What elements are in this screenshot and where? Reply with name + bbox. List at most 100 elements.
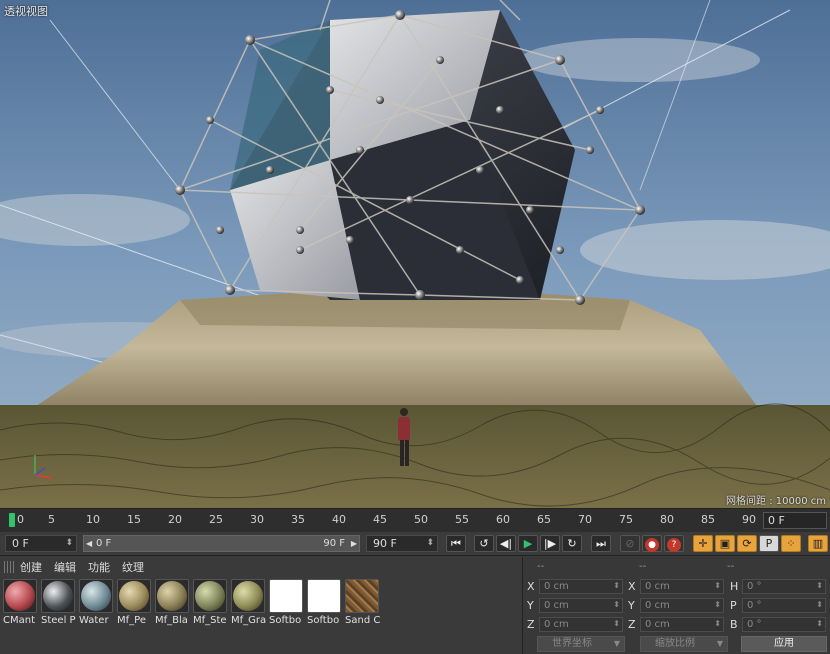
stepper-icon[interactable]: ⬍ [426, 536, 434, 551]
menu-create[interactable]: 创建 [20, 559, 42, 575]
rotation-p-field[interactable]: 0 ° ⬍ [742, 598, 826, 613]
move-key-button[interactable]: ✛ [693, 535, 713, 552]
auto-key-button[interactable]: ? [664, 535, 684, 552]
stepper-icon[interactable]: ⬍ [714, 579, 721, 592]
material-item[interactable]: Mf_Gra [231, 579, 267, 626]
rotation-b-label: B [730, 618, 738, 631]
range-right-arrow-icon[interactable]: ▶ [351, 536, 357, 551]
coordinate-system-value: 世界坐标 [552, 638, 592, 649]
record-icon: ● [645, 538, 659, 552]
stepper-icon[interactable]: ⬍ [613, 579, 620, 592]
menu-texture[interactable]: 纹理 [122, 559, 144, 575]
grid-spacing-label: 网格间距 : 10000 cm [726, 496, 826, 507]
record-lock-button[interactable]: ⊘ [620, 535, 640, 552]
timeline-tick: 60 [496, 513, 510, 526]
record-button[interactable]: ● [642, 535, 662, 552]
rotation-h-label: H [730, 580, 739, 593]
menu-function[interactable]: 功能 [88, 559, 110, 575]
previous-key-button[interactable]: ↺ [474, 535, 494, 552]
preview-range-slider[interactable]: ◀ 0 F 90 F ▶ [83, 535, 360, 552]
play-button[interactable]: ▶ [518, 535, 538, 552]
timeline-ruler[interactable]: 0 5 10 15 20 25 30 35 40 45 50 55 60 65 … [0, 508, 830, 532]
material-item[interactable]: Softbo [269, 579, 305, 626]
end-frame-field[interactable]: 90 F ⬍ [366, 535, 438, 552]
stepper-icon[interactable]: ⬍ [816, 598, 823, 611]
cinema4d-window: 透视视图 网格间距 : 10000 cm 0 5 10 15 20 25 30 … [0, 0, 830, 654]
step-forward-button[interactable]: |▶ [540, 535, 560, 552]
perspective-viewport[interactable]: 透视视图 网格间距 : 10000 cm [0, 0, 830, 508]
stepper-icon[interactable]: ⬍ [816, 579, 823, 592]
material-swatch [41, 579, 75, 613]
material-name: Mf_Gra [231, 615, 267, 626]
position-x-value: 0 cm [544, 581, 569, 592]
size-z-field[interactable]: 0 cm ⬍ [640, 617, 724, 632]
position-x-field[interactable]: 0 cm ⬍ [539, 579, 623, 594]
rotate-key-button[interactable]: ⟳ [737, 535, 757, 552]
stepper-icon[interactable]: ⬍ [816, 617, 823, 630]
coordinates-manager: -- -- -- X 0 cm ⬍ X 0 cm ⬍ H 0 ° ⬍ Y 0 cm ⬍ … [522, 557, 830, 654]
auto-key-icon: ? [667, 538, 681, 552]
size-x-value: 0 cm [645, 581, 670, 592]
apply-button[interactable]: 应用 [741, 636, 827, 652]
scale-key-button[interactable]: ▣ [715, 535, 735, 552]
rotation-b-value: 0 ° [747, 619, 762, 630]
material-name: Softbo [307, 615, 340, 626]
grip-icon[interactable] [4, 561, 14, 573]
range-end-value: 90 F [323, 538, 345, 549]
param-key-button[interactable]: P [759, 535, 779, 552]
timeline-tick: 65 [537, 513, 551, 526]
material-item[interactable]: Mf_Bla [155, 579, 191, 626]
rotation-h-field[interactable]: 0 ° ⬍ [742, 579, 826, 594]
menu-edit[interactable]: 编辑 [54, 559, 76, 575]
size-y-field[interactable]: 0 cm ⬍ [640, 598, 724, 613]
stepper-icon[interactable]: ⬍ [613, 617, 620, 630]
material-name: Water [79, 615, 109, 626]
step-back-button[interactable]: ◀| [496, 535, 516, 552]
stepper-icon[interactable]: ⬍ [613, 598, 620, 611]
chevron-down-icon: ▼ [716, 639, 723, 648]
material-item[interactable]: Water [79, 579, 115, 626]
point-level-button[interactable]: ⁘ [781, 535, 801, 552]
chevron-down-icon: ▼ [613, 639, 620, 648]
position-y-field[interactable]: 0 cm ⬍ [539, 598, 623, 613]
timeline-tick: 45 [373, 513, 387, 526]
go-to-start-button[interactable]: ⏮ [446, 535, 466, 552]
current-frame-field[interactable]: 0 F [763, 512, 827, 529]
timeline-tick: 15 [127, 513, 141, 526]
material-name: Mf_Bla [155, 615, 188, 626]
stepper-icon[interactable]: ⬍ [714, 617, 721, 630]
size-header: -- [639, 561, 647, 572]
rotation-b-field[interactable]: 0 ° ⬍ [742, 617, 826, 632]
start-frame-field[interactable]: 0 F ⬍ [5, 535, 77, 552]
position-z-field[interactable]: 0 cm ⬍ [539, 617, 623, 632]
material-sphere [233, 581, 263, 611]
timeline-tick: 0 [17, 513, 24, 526]
coord-row-x: X 0 cm ⬍ X 0 cm ⬍ H 0 ° ⬍ [523, 579, 830, 595]
range-left-arrow-icon[interactable]: ◀ [86, 536, 92, 551]
material-manager: 创建 编辑 功能 纹理 CMant Steel P Water Mf_Pe Mf… [0, 557, 520, 654]
next-key-button[interactable]: ↻ [562, 535, 582, 552]
stepper-icon[interactable]: ⬍ [714, 598, 721, 611]
timeline-tick: 75 [619, 513, 633, 526]
material-item[interactable]: CMant [3, 579, 39, 626]
scene-render [0, 0, 830, 508]
position-z-value: 0 cm [544, 619, 569, 630]
material-item[interactable]: Steel P [41, 579, 77, 626]
coordinate-system-dropdown[interactable]: 世界坐标 ▼ [537, 636, 625, 652]
scale-mode-dropdown[interactable]: 缩放比例 ▼ [640, 636, 728, 652]
timeline-window-button[interactable]: ▥ [808, 535, 828, 552]
material-name: Steel P [41, 615, 76, 626]
go-to-end-button[interactable]: ⏭ [591, 535, 611, 552]
material-name: CMant [3, 615, 35, 626]
material-name: Softbo [269, 615, 302, 626]
material-swatch [269, 579, 303, 613]
size-x-field[interactable]: 0 cm ⬍ [640, 579, 724, 594]
material-item[interactable]: Sand C [345, 579, 381, 626]
position-x-label: X [527, 580, 535, 593]
material-item[interactable]: Mf_Pe [117, 579, 153, 626]
material-item[interactable]: Softbo [307, 579, 343, 626]
viewport-title[interactable]: 透视视图 [4, 3, 48, 19]
playhead-marker[interactable] [9, 513, 15, 527]
material-item[interactable]: Mf_Ste [193, 579, 229, 626]
stepper-icon[interactable]: ⬍ [65, 536, 73, 551]
